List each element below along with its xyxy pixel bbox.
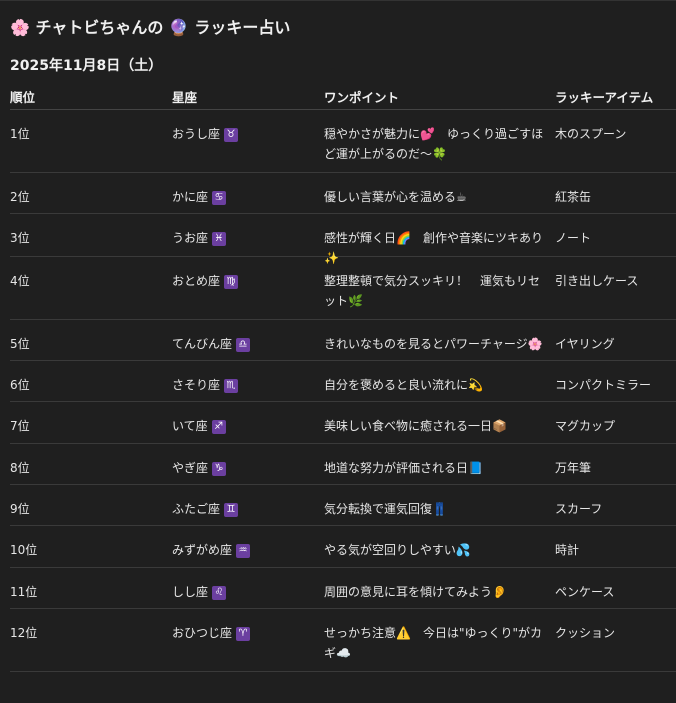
rank-cell: 6位 [10,378,30,392]
rank-cell: 10位 [10,543,38,557]
zodiac-icon: ♐ [211,419,226,434]
rank-cell: 8位 [10,461,30,475]
sign-name: しし座 [172,585,209,599]
lucky-item-cell: 万年筆 [555,461,592,475]
header-rank: 順位 [10,90,36,105]
rank-cell: 9位 [10,502,30,516]
table-row: 4位 おとめ座 ♍ 整理整頓で気分スッキリ！ 運気もリセット🌿 引き出しケース [10,257,676,320]
sign-name: かに座 [172,190,209,204]
sign-cell: ふたご座 ♊ [172,499,317,519]
table-row: 9位 ふたご座 ♊ 気分転換で運気回復👖 スカーフ [10,485,676,526]
point-cell: 整理整頓で気分スッキリ！ 運気もリセット🌿 [324,274,541,308]
rank-cell: 3位 [10,231,30,245]
sign-cell: おとめ座 ♍ [172,271,317,291]
point-cell: 穏やかさが魅力に💕 ゆっくり過ごすほど運が上がるのだ〜🍀 [324,127,544,161]
zodiac-icon: ♎ [236,337,251,352]
table-header: 順位 星座 ワンポイント ラッキーアイテム [10,83,676,110]
sign-cell: かに座 ♋ [172,187,317,207]
table-row: 6位 さそり座 ♏ 自分を褒めると良い流れに💫 コンパクトミラー [10,361,676,402]
sign-name: おとめ座 [172,274,221,288]
sign-cell: おひつじ座 ♈ [172,623,317,643]
table-row: 11位 しし座 ♌ 周囲の意見に耳を傾けてみよう👂 ペンケース [10,568,676,609]
rank-cell: 1位 [10,127,30,141]
sign-cell: みずがめ座 ♒ [172,540,317,560]
lucky-item-cell: マグカップ [555,419,616,433]
point-cell: 周囲の意見に耳を傾けてみよう👂 [324,585,507,599]
lucky-item-cell: クッション [555,626,616,640]
page-title: 🌸 チャトビちゃんの 🔮 ラッキー占い [10,18,291,37]
fortune-page: 🌸 チャトビちゃんの 🔮 ラッキー占い 2025年11月8日（土） 順位 星座 … [0,0,676,703]
fortune-table: 順位 星座 ワンポイント ラッキーアイテム 1位 おうし座 ♉ 穏やかさが魅力に💕 ゆ… [10,83,676,672]
lucky-item-cell: コンパクトミラー [555,378,652,392]
zodiac-icon: ♉ [224,127,239,142]
sign-cell: いて座 ♐ [172,416,317,436]
sign-name: いて座 [172,419,208,433]
lucky-item-cell: 紅茶缶 [555,190,592,204]
point-cell: 優しい言葉が心を温める☕ [324,190,467,204]
zodiac-icon: ♑ [212,461,227,476]
lucky-item-cell: 木のスプーン [555,127,627,141]
date-heading: 2025年11月8日（土） [10,58,163,74]
sign-name: みずがめ座 [172,543,233,557]
lucky-item-cell: スカーフ [555,502,603,516]
sign-cell: うお座 ♓ [172,228,317,248]
sign-name: おひつじ座 [172,626,233,640]
point-cell: 美味しい食べ物に癒される一日📦 [324,419,507,433]
rank-cell: 12位 [10,626,38,640]
top-divider [0,0,676,1]
header-sign: 星座 [172,90,198,105]
zodiac-icon: ♋ [212,190,227,205]
sign-cell: さそり座 ♏ [172,375,317,395]
rank-cell: 4位 [10,274,30,288]
lucky-item-cell: ノート [555,231,592,245]
table-row: 1位 おうし座 ♉ 穏やかさが魅力に💕 ゆっくり過ごすほど運が上がるのだ〜🍀 木のスプー… [10,110,676,173]
sign-name: おうし座 [172,127,221,141]
sign-cell: しし座 ♌ [172,582,317,602]
point-cell: 地道な努力が評価される日📘 [324,461,483,475]
table-row: 3位 うお座 ♓ 感性が輝く日🌈 創作や音楽にツキあり✨ ノート [10,214,676,265]
sign-cell: やぎ座 ♑ [172,458,317,478]
table-row: 8位 やぎ座 ♑ 地道な努力が評価される日📘 万年筆 [10,444,676,485]
lucky-item-cell: イヤリング [555,337,615,351]
zodiac-icon: ♊ [224,502,239,517]
point-cell: きれいなものを見るとパワーチャージ🌸 [324,337,543,351]
lucky-item-cell: ペンケース [555,585,615,599]
sign-cell: てんびん座 ♎ [172,334,317,354]
sign-name: うお座 [172,231,209,245]
table-row: 2位 かに座 ♋ 優しい言葉が心を温める☕ 紅茶缶 [10,173,676,214]
table-row: 5位 てんびん座 ♎ きれいなものを見るとパワーチャージ🌸 イヤリング [10,320,676,361]
header-item: ラッキーアイテム [555,90,654,105]
zodiac-icon: ♈ [236,626,251,641]
zodiac-icon: ♏ [224,378,239,393]
rank-cell: 2位 [10,190,30,204]
rank-cell: 11位 [10,585,38,599]
sign-name: てんびん座 [172,337,233,351]
point-cell: せっかち注意⚠️ 今日は"ゆっくり"がカギ☁️ [324,626,542,660]
point-cell: やる気が空回りしやすい💦 [324,543,471,557]
header-point: ワンポイント [324,90,400,105]
sign-name: さそり座 [172,378,221,392]
table-row: 12位 おひつじ座 ♈ せっかち注意⚠️ 今日は"ゆっくり"がカギ☁️ クッション [10,609,676,672]
table-body: 1位 おうし座 ♉ 穏やかさが魅力に💕 ゆっくり過ごすほど運が上がるのだ〜🍀 木のスプー… [10,110,676,672]
zodiac-icon: ♒ [236,543,251,558]
rank-cell: 7位 [10,419,30,433]
lucky-item-cell: 引き出しケース [555,274,639,288]
table-row: 10位 みずがめ座 ♒ やる気が空回りしやすい💦 時計 [10,526,676,568]
point-cell: 気分転換で運気回復👖 [324,502,447,516]
point-cell: 自分を褒めると良い流れに💫 [324,378,483,392]
sign-name: やぎ座 [172,461,209,475]
sign-name: ふたご座 [172,502,221,516]
zodiac-icon: ♍ [224,274,239,289]
rank-cell: 5位 [10,337,30,351]
table-row: 7位 いて座 ♐ 美味しい食べ物に癒される一日📦 マグカップ [10,402,676,444]
sign-cell: おうし座 ♉ [172,124,317,144]
zodiac-icon: ♌ [212,585,227,600]
lucky-item-cell: 時計 [555,543,580,557]
zodiac-icon: ♓ [212,231,227,246]
